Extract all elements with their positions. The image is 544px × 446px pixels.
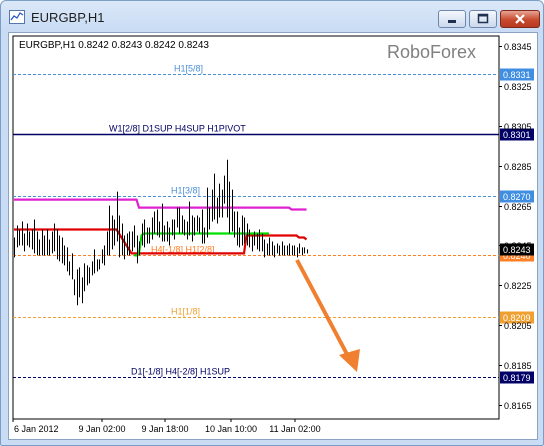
level-label: H1[1/8] — [171, 307, 200, 317]
y-tick-label: 0.8285 — [504, 162, 532, 172]
window-title: EURGBP,H1 — [31, 10, 105, 25]
y-tick-label: 0.8185 — [504, 361, 532, 371]
y-tick-label: 0.8165 — [504, 401, 532, 411]
close-icon — [515, 14, 525, 24]
y-tick-label: 0.8205 — [504, 321, 532, 331]
y-tick-label: 0.8265 — [504, 202, 532, 212]
price-box-label: 0.8179 — [503, 373, 531, 383]
chart-window-icon — [9, 10, 25, 24]
terminal-window: EURGBP,H1 EURGBP,H1 0.8242 0.8243 0.8242… — [0, 0, 544, 446]
x-tick-label: 10 Jan 10:00 — [205, 424, 257, 434]
level-label: D1[-1/8] H4[-2/8] H1SUP — [131, 367, 230, 377]
close-button[interactable] — [500, 10, 540, 28]
level-label: W1[2/8] D1SUP H4SUP H1PIVOT — [109, 124, 246, 134]
x-tick-label: 9 Jan 02:00 — [78, 424, 125, 434]
maximize-icon — [477, 13, 489, 24]
price-box-label: 0.8270 — [503, 192, 531, 202]
level-label: H1[5/8] — [174, 64, 203, 74]
x-tick-label: 11 Jan 02:00 — [269, 424, 320, 434]
maximize-button[interactable] — [469, 10, 497, 28]
price-axis[interactable]: 0.83310.83010.82700.82400.82090.81790.83… — [499, 42, 534, 411]
chart-area[interactable]: EURGBP,H1 0.8242 0.8243 0.8242 0.8243 Ro… — [8, 32, 538, 440]
x-tick-label: 6 Jan 2012 — [14, 424, 59, 434]
y-tick-label: 0.8225 — [504, 281, 532, 291]
level-label: H1[3/8] — [171, 186, 200, 196]
forecast-arrow-shaft — [295, 259, 351, 359]
level-lines: H1[5/8] W1[2/8] D1SUP H4SUP H1PIVOT H1[3/8… — [13, 64, 499, 378]
x-tick-label: 9 Jan 18:00 — [141, 424, 188, 434]
y-tick-label: 0.8305 — [504, 122, 532, 132]
forecast-arrow-head — [339, 349, 360, 372]
y-tick-label: 0.8325 — [504, 82, 532, 92]
minimize-icon — [448, 20, 456, 23]
indicator-line-pink — [14, 198, 307, 211]
watermark-logo: RoboForex — [387, 42, 476, 62]
minimize-button[interactable] — [438, 10, 466, 28]
current-price-label: 0.8243 — [503, 245, 531, 255]
price-box-label: 0.8331 — [503, 70, 531, 80]
price-chart[interactable]: EURGBP,H1 0.8242 0.8243 0.8242 0.8243 Ro… — [9, 33, 537, 439]
y-tick-label: 0.8345 — [504, 42, 532, 52]
time-axis[interactable]: 6 Jan 2012 9 Jan 02:00 9 Jan 18:00 10 Jan 1… — [12, 419, 321, 434]
window-titlebar[interactable]: EURGBP,H1 — [1, 1, 543, 31]
ohlc-header: EURGBP,H1 0.8242 0.8243 0.8242 0.8243 — [19, 40, 209, 51]
plot-frame — [12, 35, 500, 420]
forecast-arrow — [295, 259, 360, 372]
